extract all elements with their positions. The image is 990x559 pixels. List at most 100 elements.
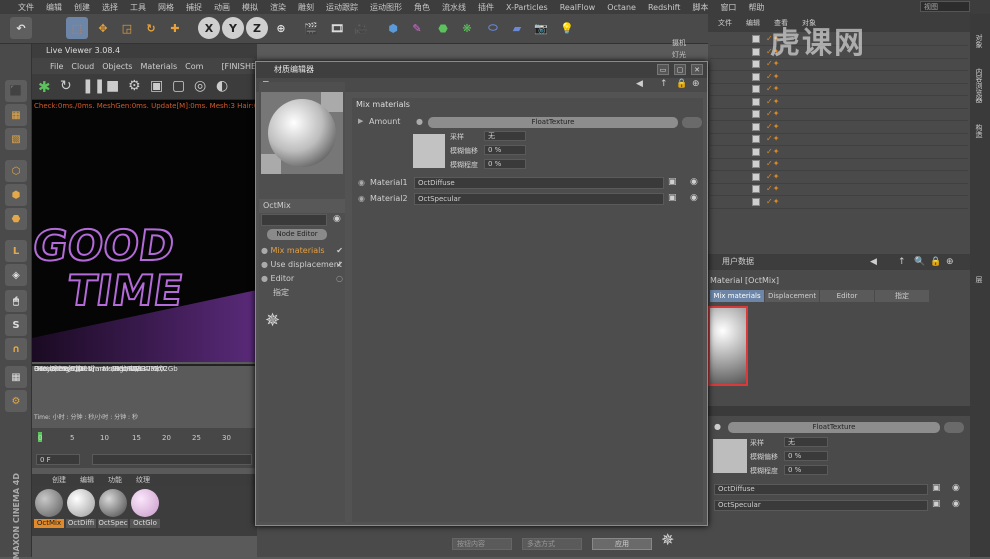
lock-icon[interactable]: 🔒 [930, 257, 941, 267]
x-axis-icon[interactable]: X [198, 17, 220, 39]
lv-menu-com[interactable]: Com [185, 62, 203, 71]
render-view-icon[interactable]: 🎬 [300, 17, 322, 39]
deformer-icon[interactable]: ⬭ [482, 17, 504, 39]
lock-view-icon[interactable]: ▣ [150, 78, 163, 94]
timeline[interactable]: 0 5 10 15 20 25 30 0 F [32, 428, 257, 468]
object-row[interactable]: ✓✦ [710, 84, 968, 96]
region-icon[interactable]: ▢ [172, 78, 185, 94]
attr-float-texture-button[interactable]: FloatTexture [728, 422, 940, 433]
menu-item[interactable]: 选择 [102, 2, 118, 13]
material2-link-icon[interactable]: ◉ [690, 193, 698, 203]
camera-icon[interactable]: 📷 [530, 17, 552, 39]
visibility-icon[interactable] [752, 172, 760, 181]
visibility-icon[interactable] [752, 185, 760, 193]
side-tab-structure[interactable]: 构造 [974, 124, 984, 138]
mat-menu-texture[interactable]: 纹理 [136, 474, 150, 486]
visibility-icon[interactable] [752, 35, 760, 43]
menu-item[interactable]: 网格 [158, 2, 174, 13]
tag-icon[interactable]: ✓✦ [766, 159, 779, 168]
amount-extra-button[interactable] [682, 117, 702, 128]
y-axis-icon[interactable]: Y [222, 17, 244, 39]
radio-empty-icon[interactable]: ○ [336, 272, 343, 285]
channel-mix-materials[interactable]: ● Mix materials ✔ [261, 244, 345, 257]
menu-item[interactable]: 动画 [214, 2, 230, 13]
attr-material1-field[interactable]: OctDiffuse [714, 484, 928, 495]
clay-icon[interactable]: ◐ [216, 78, 228, 94]
material1-link-icon[interactable]: ◉ [690, 177, 698, 187]
menu-item[interactable]: 模拟 [242, 2, 258, 13]
material1-field[interactable]: OctDiffuse [414, 177, 664, 189]
material-item[interactable]: OctSpec [98, 489, 128, 528]
side-tab-objects[interactable]: 对象 [974, 34, 984, 48]
material-name[interactable]: OctMix [259, 199, 345, 213]
floor-icon[interactable]: ▰ [506, 17, 528, 39]
add-icon[interactable]: ✚ [164, 17, 186, 39]
link-icon[interactable]: ◉ [333, 214, 341, 224]
coord-icon[interactable]: ⊕ [270, 17, 292, 39]
frame-field[interactable]: 0 F [36, 454, 80, 465]
mat-menu-function[interactable]: 功能 [108, 474, 122, 486]
material2-field[interactable]: OctSpecular [414, 193, 664, 205]
visibility-icon[interactable] [752, 147, 760, 156]
material1-pick-icon[interactable]: ▣ [668, 177, 677, 187]
layout-search-box[interactable]: 视图 [920, 1, 970, 12]
menu-item[interactable]: 创建 [74, 2, 90, 13]
lock-icon[interactable]: ⚙ [5, 390, 27, 412]
points-mode-icon[interactable]: ⬡ [5, 160, 27, 182]
settings-icon[interactable]: ⚙ [128, 78, 141, 94]
attr-field-blur-scale[interactable]: 0 % [784, 465, 828, 475]
object-camera[interactable]: 摄机 [672, 38, 686, 48]
tag-icon[interactable]: ✓✦ [766, 109, 779, 118]
arrow-up-icon[interactable]: ↑ [660, 79, 668, 89]
array-icon[interactable]: ❋ [456, 17, 478, 39]
new-icon[interactable]: ⊕ [692, 79, 700, 89]
menu-item[interactable]: Redshift [648, 3, 680, 12]
tweak-icon[interactable]: ◈ [5, 264, 27, 286]
side-tab-layer[interactable]: 层 [974, 276, 984, 283]
visibility-icon[interactable] [752, 110, 760, 118]
object-row[interactable]: ✓✦ [710, 97, 968, 109]
pause-icon[interactable]: ❚❚ [82, 78, 105, 94]
channel-editor[interactable]: ● Editor ○ [261, 272, 345, 285]
focus-icon[interactable]: ◎ [194, 78, 206, 94]
arrow-up-icon[interactable]: ↑ [898, 257, 906, 267]
material-name-input[interactable] [261, 214, 327, 226]
scale-tool-icon[interactable]: ◲ [116, 17, 138, 39]
mat-menu-edit[interactable]: 编辑 [80, 474, 94, 486]
node-editor-button[interactable]: Node Editor [267, 229, 327, 240]
material2-pick-icon[interactable]: ▣ [668, 193, 677, 203]
polygons-mode-icon[interactable]: ⬣ [5, 208, 27, 230]
grid-icon[interactable]: ▦ [5, 366, 27, 388]
apply-button[interactable]: 应用 [592, 538, 652, 550]
lock-icon[interactable]: 🔒 [676, 79, 687, 89]
visibility-icon[interactable] [752, 72, 760, 81]
render-picture-icon[interactable]: 🎞 [326, 17, 348, 39]
menu-item[interactable]: 雕刻 [298, 2, 314, 13]
object-row[interactable]: ✓✦ [710, 197, 968, 209]
check-icon[interactable]: ✔ [336, 244, 343, 257]
menu-item[interactable]: 工具 [130, 2, 146, 13]
tag-icon[interactable]: ✓✦ [766, 72, 779, 81]
menu-item[interactable]: 编辑 [46, 2, 62, 13]
render-settings-icon[interactable]: 🎥 [350, 17, 372, 39]
tag-icon[interactable]: ✓✦ [766, 97, 779, 106]
snap-icon[interactable]: S [5, 314, 27, 336]
select-tool-icon[interactable]: ⬚ [66, 17, 88, 39]
material-item[interactable]: OctDiffi [66, 489, 96, 528]
visibility-icon[interactable] [752, 122, 760, 131]
lv-menu-objects[interactable]: Objects [102, 62, 132, 71]
visibility-icon[interactable] [752, 85, 760, 93]
rotate-tool-icon[interactable]: ↻ [140, 17, 162, 39]
attr-tab-assign[interactable]: 指定 [875, 290, 929, 302]
object-row[interactable]: ✓✦ [710, 147, 968, 159]
menu-item[interactable]: 流水线 [442, 2, 466, 13]
attr-field-sample[interactable]: 无 [784, 437, 828, 447]
object-row[interactable]: ✓✦ [710, 122, 968, 134]
attr-tab-mix[interactable]: Mix materials [710, 290, 764, 302]
menu-item[interactable]: 角色 [414, 2, 430, 13]
lv-menu-cloud[interactable]: Cloud [71, 62, 94, 71]
channel-use-displacement[interactable]: ● Use displacement ✔ [261, 258, 345, 271]
tag-icon[interactable]: ✓✦ [766, 147, 779, 156]
menu-item[interactable]: 帮助 [748, 2, 764, 13]
channel-assign[interactable]: 指定 [273, 286, 345, 299]
